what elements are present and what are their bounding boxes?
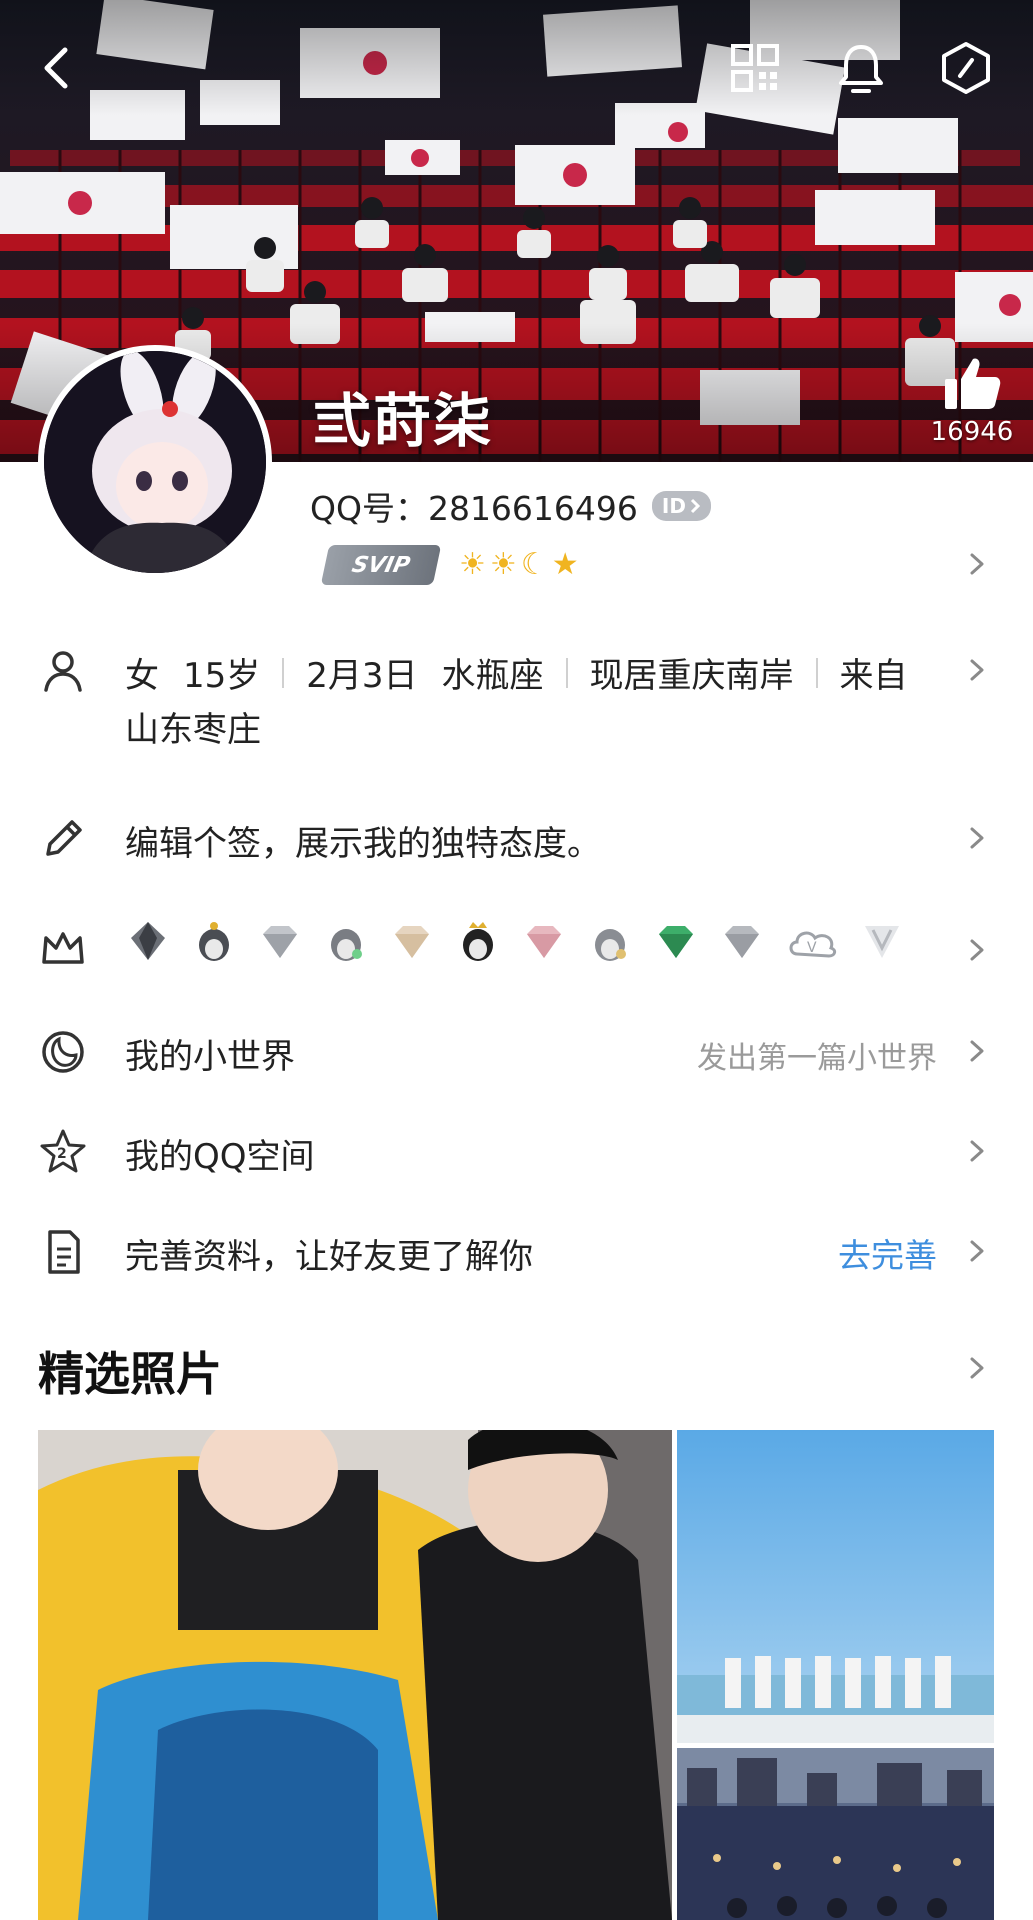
age: 15岁 — [183, 656, 261, 696]
diamond-badge-icon — [527, 926, 561, 958]
moon-icon: ☾ — [520, 547, 548, 582]
qq-number-text: QQ号：2816616496 — [310, 489, 638, 528]
cloud-v-badge-icon: V — [789, 931, 837, 958]
featured-photo-3[interactable] — [677, 1748, 994, 1920]
qq-number[interactable]: QQ号：2816616496 ID — [310, 482, 711, 530]
residence: 现居重庆南岸 — [589, 656, 794, 696]
featured-photo-1[interactable] — [38, 1430, 672, 1920]
bell-icon — [839, 45, 883, 93]
small-world-label: 我的小世界 — [125, 1037, 295, 1077]
chevron-right-icon[interactable] — [965, 552, 989, 576]
level-badges[interactable]: SVIP ☀ ☀ ☾ ★ — [320, 545, 579, 585]
featured-photo-2[interactable] — [677, 1430, 994, 1743]
id-badge-label: ID — [661, 494, 686, 518]
signature-text: 编辑个签，展示我的独特态度。 — [125, 824, 601, 864]
photo-image — [38, 1430, 672, 1920]
vip-badge-list: V — [125, 918, 905, 964]
chevron-right-icon — [970, 939, 984, 961]
diamond-badge-icon — [659, 926, 693, 958]
complete-profile-label: 完善资料，让好友更了解你 — [125, 1237, 533, 1277]
chevron-right-icon — [970, 827, 984, 849]
birthday: 2月3日 — [306, 656, 418, 696]
penguin-badge-icon — [331, 929, 362, 961]
person-icon — [44, 651, 82, 692]
svip-badge: SVIP — [320, 545, 442, 585]
complete-profile-row[interactable]: 完善资料，让好友更了解你 去完善 — [0, 1225, 1033, 1277]
penguin-badge-icon — [199, 922, 229, 961]
pencil-icon — [46, 820, 82, 856]
like-count: 16946 — [930, 417, 1014, 447]
qrcode-button[interactable] — [725, 38, 785, 98]
chevron-right-icon — [970, 1240, 984, 1262]
settings-button[interactable] — [936, 38, 996, 98]
divider — [565, 657, 568, 688]
small-world-hint: 发出第一篇小世界 — [697, 1041, 937, 1076]
star-icon: ★ — [551, 547, 579, 582]
photo-image — [677, 1430, 994, 1743]
hexagon-settings-icon — [942, 42, 990, 94]
sun-icon: ☀ — [489, 547, 517, 582]
qzone-row[interactable]: 2 我的QQ空间 — [0, 1125, 1033, 1177]
photo-image — [677, 1748, 994, 1920]
document-icon — [48, 1230, 80, 1274]
diamond-badge-icon — [131, 922, 165, 960]
thumbs-up-icon — [945, 358, 1001, 409]
crown-icon — [42, 932, 84, 964]
divider — [815, 657, 818, 688]
penguin-badge-icon — [463, 922, 493, 961]
zodiac: 水瓶座 — [441, 656, 544, 696]
v-badge-icon — [865, 926, 899, 958]
qzone-label: 我的QQ空间 — [125, 1137, 315, 1177]
info-line-1: 女 15岁 2月3日 水瓶座 现居重庆南岸 来自 — [125, 648, 908, 697]
basic-info-row[interactable]: 女 15岁 2月3日 水瓶座 现居重庆南岸 来自 山东枣庄 — [0, 640, 1033, 760]
svg-text:V: V — [807, 940, 817, 956]
chevron-right-icon — [970, 1040, 984, 1062]
back-button[interactable] — [26, 38, 86, 98]
avatar-image — [44, 351, 266, 573]
like-button[interactable]: 16946 — [922, 355, 1022, 455]
avatar[interactable] — [38, 345, 272, 579]
signature-row[interactable]: 编辑个签，展示我的独特态度。 — [0, 810, 1033, 870]
chevron-right-icon — [690, 498, 701, 514]
chevron-left-icon — [44, 47, 68, 89]
divider — [282, 657, 285, 688]
chevron-right-icon[interactable] — [965, 1356, 989, 1380]
hometown: 山东枣庄 — [125, 710, 261, 750]
svg-text:2: 2 — [57, 1146, 67, 1162]
featured-photos-title: 精选照片 — [38, 1347, 222, 1401]
chevron-right-icon — [970, 659, 984, 681]
small-world-icon — [42, 1031, 84, 1073]
chevron-right-icon — [970, 1140, 984, 1162]
penguin-badge-icon — [595, 929, 626, 961]
nickname: 弎莳柒 — [313, 387, 494, 455]
qrcode-icon — [731, 44, 779, 92]
qq-level: ☀ ☀ ☾ ★ — [459, 550, 579, 580]
star-outline-icon: 2 — [40, 1129, 86, 1173]
sun-icon: ☀ — [459, 547, 486, 582]
diamond-badge-icon — [263, 926, 297, 958]
id-badge[interactable]: ID — [651, 491, 711, 521]
diamond-badge-icon — [395, 926, 429, 958]
gender: 女 — [125, 656, 159, 696]
complete-profile-link[interactable]: 去完善 — [838, 1229, 937, 1277]
hometown-prefix: 来自 — [839, 656, 908, 696]
small-world-row[interactable]: 我的小世界 发出第一篇小世界 — [0, 1025, 1033, 1077]
notification-button[interactable] — [831, 38, 891, 98]
diamond-badge-icon — [725, 926, 759, 958]
